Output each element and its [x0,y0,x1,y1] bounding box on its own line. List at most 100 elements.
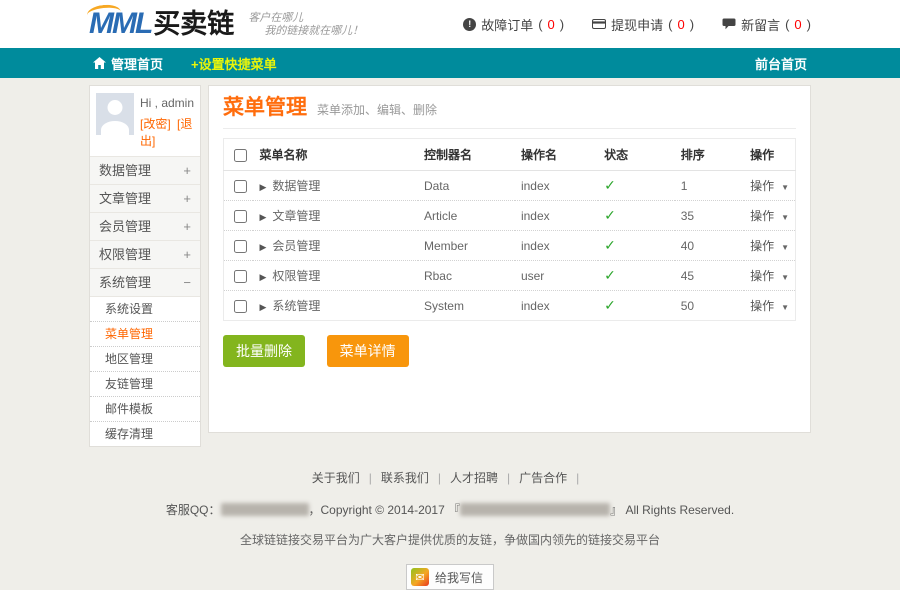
batch-delete-button[interactable]: 批量删除 [223,335,305,367]
page-subtitle: 菜单添加、编辑、删除 [317,101,437,118]
copyright-mid: ，Copyright © 2014-2017 『 [309,503,461,517]
paren-open: ( [668,17,672,32]
controller-name: Member [418,231,515,261]
menu-name: 系统管理 [272,299,320,313]
row-operate-dropdown[interactable]: 操作 ▼ [750,299,789,313]
status-check-icon: ✓ [604,237,616,253]
write-mail-button[interactable]: ✉ 给我写信 [406,564,494,590]
user-info: Hi , admin [改密] [退出] [140,93,194,149]
fault-orders-count: 0 [548,17,555,32]
sort-value: 1 [675,171,744,201]
row-checkbox[interactable] [234,180,247,193]
change-password-link[interactable]: [改密] [140,117,171,131]
front-home-link[interactable]: 前台首页 [755,54,807,73]
action-name: index [515,231,598,261]
sidebar-item-region-management[interactable]: 地区管理 [90,346,200,371]
col-menu-name: 菜单名称 [253,139,418,171]
col-action: 操作名 [515,139,598,171]
redacted-qq-number [221,503,309,516]
header-links: ! 故障订单 ( 0 ) 提现申请 ( 0 ) 新留言 ( 0 ) [463,15,811,34]
sidebar-group-member[interactable]: 会员管理 + [90,212,200,240]
sidebar-group-rbac[interactable]: 权限管理 + [90,240,200,268]
plus-icon: + [183,241,191,268]
menu-detail-button[interactable]: 菜单详情 [327,335,409,367]
footer-link-contact[interactable]: 联系我们 [381,471,429,485]
row-checkbox[interactable] [234,240,247,253]
top-header: MML 买卖链 客户在哪儿 我的链接就在哪儿！ ! 故障订单 ( 0 ) 提现申… [0,0,900,48]
footer-link-ads[interactable]: 广告合作 [519,471,567,485]
paren-open: ( [538,17,542,32]
sidebar-group-label: 会员管理 [99,213,151,240]
card-icon [592,18,606,30]
row-operate-label: 操作 [750,269,774,283]
user-greeting: Hi , admin [140,96,194,110]
copyright-suffix: 』 All Rights Reserved. [610,503,734,517]
expand-row-icon[interactable]: ▶ [259,212,266,222]
withdraw-requests-link[interactable]: 提现申请 ( 0 ) [592,15,694,34]
footer-tagline: 全球链链接交易平台为广大客户提供优质的友链，争做国内领先的链接交易平台 [0,531,900,548]
expand-row-icon[interactable]: ▶ [259,272,266,282]
new-messages-count: 0 [794,17,801,32]
row-operate-dropdown[interactable]: 操作▼ [750,239,789,253]
status-check-icon: ✓ [604,267,616,283]
row-checkbox[interactable] [234,300,247,313]
new-messages-label: 新留言 [741,15,780,34]
action-buttons: 批量删除 菜单详情 [223,335,796,367]
expand-row-icon[interactable]: ▶ [259,182,266,192]
slogan: 客户在哪儿 我的链接就在哪儿！ [248,11,363,37]
sort-value: 50 [675,291,744,321]
withdraw-requests-count: 0 [677,17,684,32]
avatar [96,93,134,135]
site-logo[interactable]: MML 买卖链 [89,9,234,39]
table-row: ▶权限管理 Rbac user ✓ 45 操作▼ [224,261,796,291]
row-checkbox[interactable] [234,210,247,223]
col-sort: 排序 [675,139,744,171]
expand-row-icon[interactable]: ▶ [259,242,266,252]
plus-icon: + [183,157,191,184]
row-checkbox[interactable] [234,270,247,283]
menu-name: 数据管理 [272,179,320,193]
sidebar: Hi , admin [改密] [退出] 数据管理 + 文章管理 + 会员管理 … [89,85,201,447]
sidebar-group-system[interactable]: 系统管理 − [90,268,200,296]
sidebar-group-article[interactable]: 文章管理 + [90,184,200,212]
expand-row-icon[interactable]: ▶ [259,302,266,312]
chevron-down-icon: ▼ [781,303,789,312]
plus-icon: + [183,213,191,240]
minus-icon: − [183,269,191,296]
sidebar-item-cache-clean[interactable]: 缓存清理 [90,421,200,446]
status-check-icon: ✓ [604,177,616,193]
sidebar-item-system-settings[interactable]: 系统设置 [90,296,200,321]
footer-link-about[interactable]: 关于我们 [312,471,360,485]
sort-value: 40 [675,231,744,261]
footer-link-jobs[interactable]: 人才招聘 [450,471,498,485]
menu-name: 会员管理 [272,239,320,253]
admin-home-label: 管理首页 [111,54,163,73]
admin-home-link[interactable]: 管理首页 [93,54,163,73]
row-operate-dropdown[interactable]: 操作▼ [750,209,789,223]
col-status: 状态 [598,139,675,171]
comment-icon [722,18,736,30]
menu-name: 文章管理 [272,209,320,223]
action-name: index [515,171,598,201]
row-operate-dropdown[interactable]: 操作▼ [750,179,789,193]
sidebar-item-menu-management[interactable]: 菜单管理 [90,321,200,346]
row-operate-dropdown[interactable]: 操作▼ [750,269,789,283]
controller-name: System [418,291,515,321]
sidebar-item-mail-template[interactable]: 邮件模板 [90,396,200,421]
sidebar-item-friendlink-management[interactable]: 友链管理 [90,371,200,396]
user-ops: [改密] [退出] [140,115,194,149]
sidebar-group-data[interactable]: 数据管理 + [90,156,200,184]
quick-menu-link[interactable]: +设置快捷菜单 [191,54,277,73]
avatar-body [101,121,129,135]
status-check-icon: ✓ [604,297,616,313]
fault-orders-link[interactable]: ! 故障订单 ( 0 ) [463,15,564,34]
user-box: Hi , admin [改密] [退出] [90,86,200,156]
select-all-checkbox[interactable] [234,149,247,162]
avatar-head [108,100,123,115]
separator: | [576,471,579,485]
title-row: 菜单管理 菜单添加、编辑、删除 [223,96,796,129]
row-operate-label: 操作 [750,299,774,313]
new-messages-link[interactable]: 新留言 ( 0 ) [722,15,811,34]
slogan-line1: 客户在哪儿 [248,11,363,24]
paren-open: ( [785,17,789,32]
